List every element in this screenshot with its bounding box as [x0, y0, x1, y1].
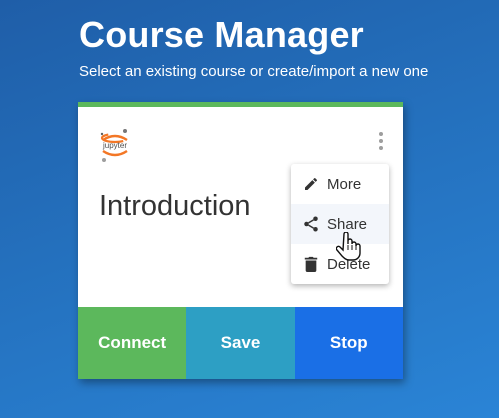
menu-item-more[interactable]: More — [291, 164, 389, 204]
page-subtitle: Select an existing course or create/impo… — [79, 63, 429, 80]
page-title: Course Manager — [79, 14, 364, 55]
stop-button[interactable]: Stop — [294, 307, 403, 379]
kebab-dot — [379, 139, 383, 143]
kebab-dot — [379, 132, 383, 136]
card-menu-button[interactable] — [375, 132, 387, 154]
card-actions: Connect Save Stop — [78, 307, 403, 379]
connect-button[interactable]: Connect — [78, 307, 187, 379]
card-dropdown-menu: More Share Delete — [291, 164, 389, 284]
course-title: Introduction — [99, 190, 251, 222]
card-accent-bar — [78, 102, 403, 107]
jupyter-logo: jupyter — [100, 129, 130, 162]
hand-pointer-icon — [336, 232, 361, 261]
pencil-icon — [301, 174, 321, 194]
menu-item-label: More — [327, 175, 362, 193]
save-button[interactable]: Save — [186, 307, 295, 379]
share-icon — [301, 214, 321, 234]
trash-icon — [301, 254, 321, 274]
menu-item-label: Share — [327, 215, 368, 233]
logo-text: jupyter — [102, 141, 127, 150]
kebab-dot — [379, 146, 383, 150]
